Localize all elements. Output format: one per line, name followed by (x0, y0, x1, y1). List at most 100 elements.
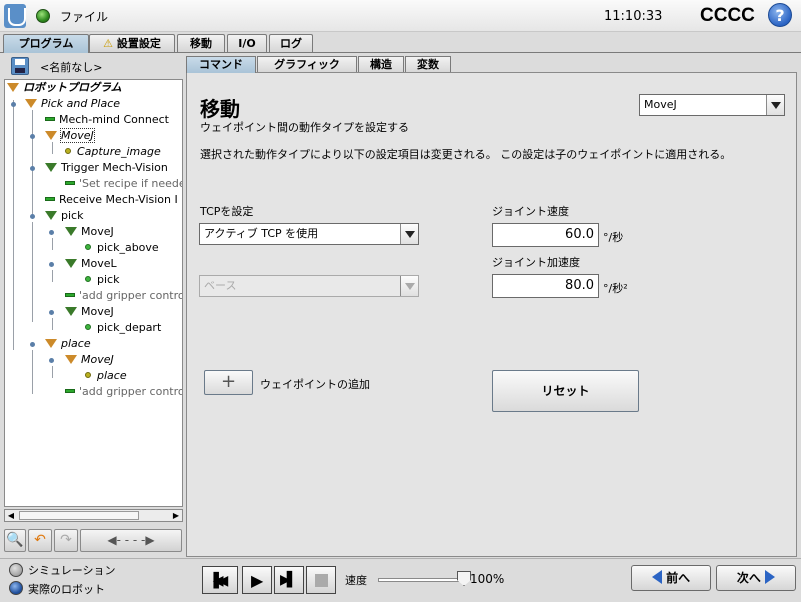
tree-item[interactable]: Trigger Mech-Vision (45, 160, 168, 176)
help-icon[interactable]: ? (768, 3, 792, 27)
tree-item[interactable]: place (45, 336, 91, 352)
tab-graphics[interactable]: グラフィック (257, 56, 357, 73)
file-menu[interactable]: ファイル (60, 8, 108, 25)
tree-item[interactable]: pick (45, 208, 83, 224)
tree-item[interactable]: pick_above (85, 240, 159, 256)
tree-item[interactable]: MoveJ (65, 224, 114, 240)
scrollbar-thumb[interactable] (19, 511, 139, 520)
tab-move[interactable]: 移動 (177, 34, 225, 52)
tree-item-label: Trigger Mech-Vision (61, 161, 168, 174)
tree-item[interactable]: 'add gripper contro (65, 384, 183, 400)
simulation-label: シミュレーション (28, 564, 116, 577)
folder-triangle-icon (45, 339, 57, 348)
joint-speed-unit: °/秒 (603, 231, 624, 244)
move-type-select[interactable]: MoveJ (639, 94, 785, 116)
tree-item[interactable]: MoveJ (65, 352, 114, 368)
folder-triangle-icon (25, 99, 37, 108)
tree-item[interactable]: MoveJ (65, 304, 114, 320)
feature-select[interactable]: ベース (199, 275, 419, 297)
comment-icon (65, 293, 75, 297)
program-tree[interactable]: ロボットプログラム Pick and Place Mech-mind Conne… (4, 79, 183, 507)
add-waypoint-button[interactable]: + (204, 370, 253, 395)
tree-item[interactable]: place (85, 368, 127, 384)
tree-item-label: Pick and Place (41, 97, 121, 110)
tree-item-label: Receive Mech-Vision I (59, 193, 178, 206)
tree-item-label: 'Set recipe if neede (79, 177, 183, 190)
tree-item[interactable]: Pick and Place (25, 96, 120, 112)
rewind-button[interactable]: ▐◀◀ (202, 566, 238, 594)
tab-io[interactable]: I/O (227, 34, 267, 52)
tree-item[interactable]: Mech-mind Connect (45, 112, 169, 128)
tcp-select[interactable]: アクティブ TCP を使用 (199, 223, 419, 245)
tab-label: 設置設定 (116, 37, 161, 50)
tree-horizontal-scrollbar[interactable]: ◀ ▶ (4, 509, 183, 522)
waypoint-icon (85, 372, 91, 378)
reset-button[interactable]: リセット (492, 370, 639, 412)
play-button[interactable]: ▶ (242, 566, 272, 594)
tab-log[interactable]: ログ (269, 34, 313, 52)
select-value: MoveJ (644, 98, 677, 111)
tree-item-label: pick_above (97, 241, 159, 254)
tab-label: I/O (238, 37, 256, 50)
tree-item-label: MoveL (81, 257, 117, 270)
tree-item-label: pick (97, 273, 120, 286)
tab-label: 構造 (370, 58, 392, 71)
speed-value: 100% (470, 572, 505, 586)
tree-item-label: MoveJ (81, 305, 114, 318)
joint-speed-input[interactable]: 60.0 (492, 223, 599, 247)
tree-item[interactable]: 'add gripper contro (65, 288, 182, 304)
tree-item[interactable]: 'Set recipe if neede (65, 176, 183, 192)
move-node-icon[interactable]: ◀- - - -▶ (80, 529, 182, 552)
stop-button[interactable] (306, 566, 336, 594)
waypoint-icon (85, 276, 91, 282)
tree-item[interactable]: Receive Mech-Vision I (45, 192, 178, 208)
folder-triangle-icon (65, 259, 77, 268)
tree-item-label: 'add gripper contro (79, 385, 183, 398)
tree-item[interactable]: pick_depart (85, 320, 161, 336)
real-robot-label: 実際のロボット (28, 583, 105, 596)
tree-item-label: pick_depart (97, 321, 162, 334)
tab-program[interactable]: プログラム (3, 34, 89, 53)
next-button[interactable]: 次へ (716, 565, 796, 591)
joint-accel-input[interactable]: 80.0 (492, 274, 599, 298)
warning-icon: ⚠ (103, 37, 114, 50)
status-led-icon (36, 9, 50, 23)
scroll-right-icon[interactable]: ▶ (170, 510, 182, 521)
tcp-label: TCPを設定 (200, 205, 254, 218)
tab-variables[interactable]: 変数 (405, 56, 451, 73)
tree-item-label: MoveJ (60, 128, 95, 143)
undo-icon[interactable]: ↶ (28, 529, 52, 552)
tree-item[interactable]: Capture_image (65, 144, 161, 160)
tree-item[interactable]: MoveL (65, 256, 117, 272)
tree-item-selected[interactable]: MoveJ (45, 128, 95, 144)
prev-button[interactable]: 前へ (631, 565, 711, 591)
tree-item-label: pick (61, 209, 84, 222)
save-icon[interactable] (11, 57, 29, 75)
page-description: 選択された動作タイプにより以下の設定項目は変更される。 この設定は子のウェイポイ… (200, 148, 732, 161)
plus-icon: + (220, 371, 237, 392)
folder-triangle-icon (65, 307, 77, 316)
robot-name: CCCC (700, 5, 755, 26)
chevron-down-icon (766, 95, 784, 115)
real-robot-radio[interactable] (9, 581, 23, 595)
next-label: 次へ (736, 571, 761, 585)
tree-item-label: place (97, 369, 127, 382)
tree-item[interactable]: pick (85, 272, 119, 288)
scroll-left-icon[interactable]: ◀ (5, 510, 17, 521)
search-icon[interactable]: 🔍 (4, 529, 26, 552)
tab-installation[interactable]: ⚠ 設置設定 (89, 34, 175, 52)
simulation-radio[interactable] (9, 563, 23, 577)
command-panel (186, 72, 797, 557)
step-button[interactable]: ▶▌ (274, 566, 304, 594)
folder-triangle-icon (65, 355, 77, 364)
folder-triangle-icon (65, 227, 77, 236)
select-value: ベース (204, 279, 237, 292)
tab-structure[interactable]: 構造 (358, 56, 404, 73)
tab-command[interactable]: コマンド (186, 56, 256, 73)
redo-icon[interactable]: ↷ (54, 529, 78, 552)
folder-triangle-icon (45, 163, 57, 172)
select-value: アクティブ TCP を使用 (204, 227, 319, 240)
tree-item[interactable]: ロボットプログラム (7, 80, 122, 96)
tab-label: 移動 (190, 37, 212, 50)
speed-slider[interactable] (378, 578, 464, 582)
